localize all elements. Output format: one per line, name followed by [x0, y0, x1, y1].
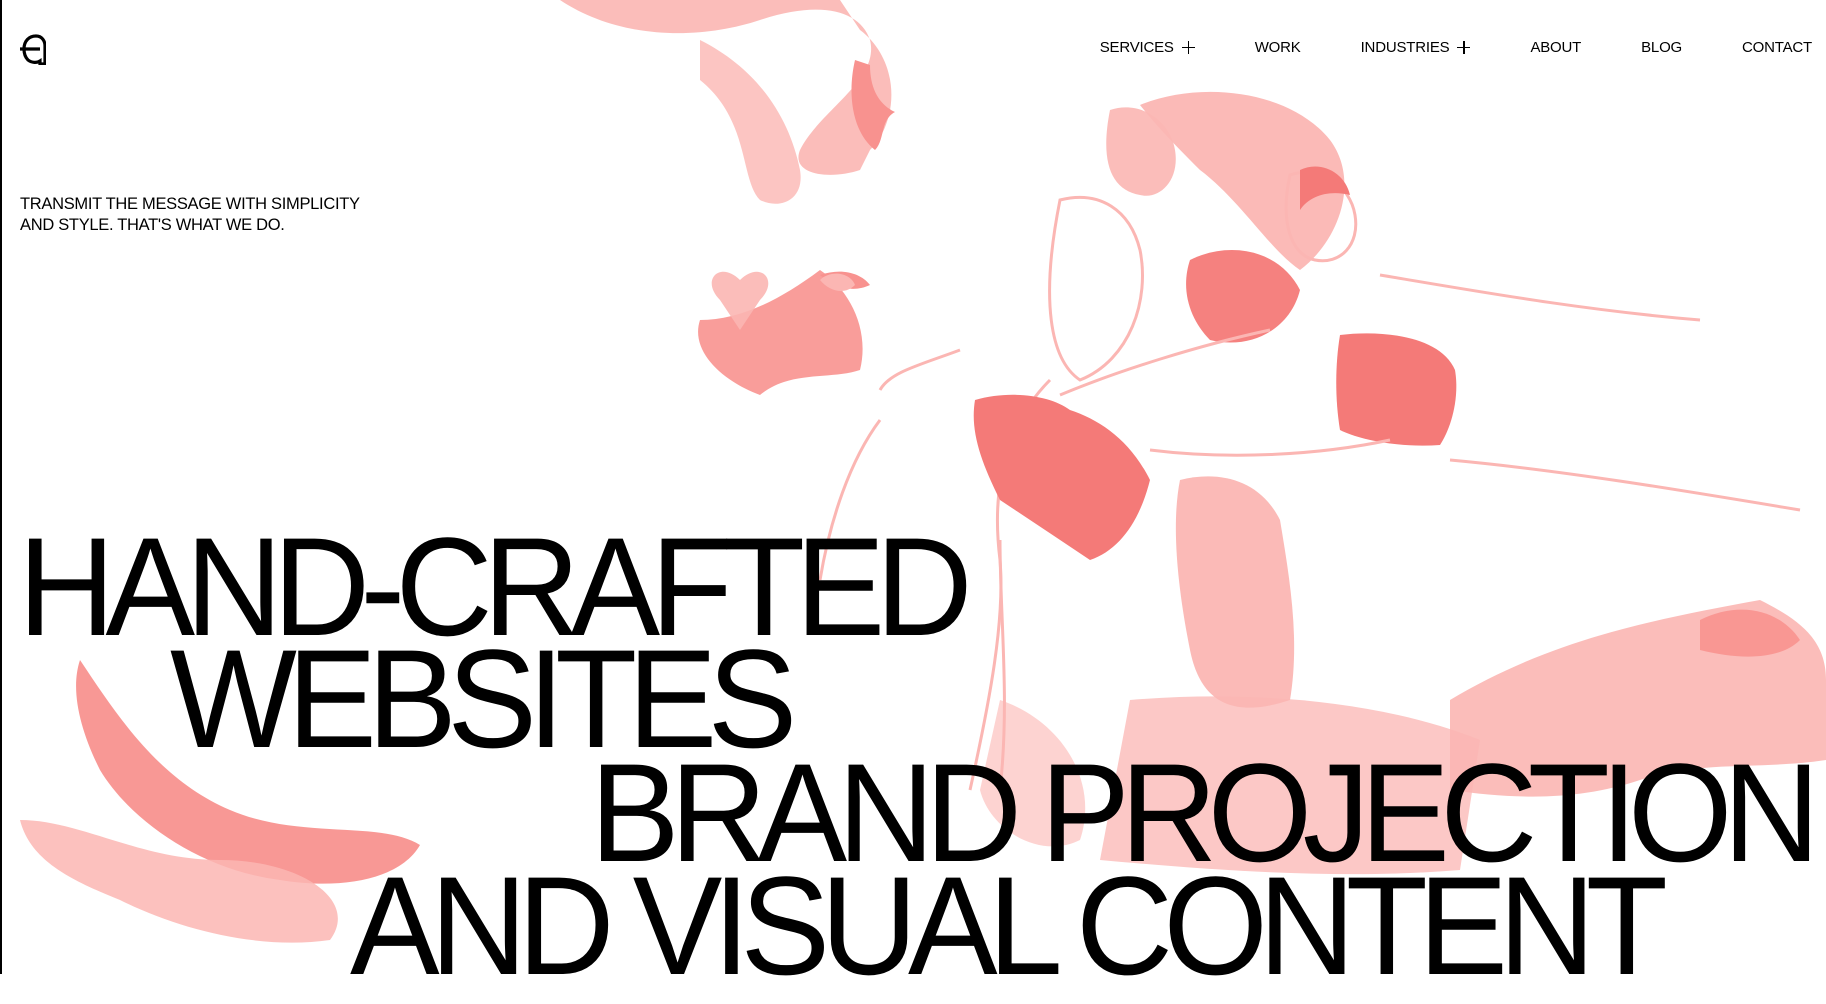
nav-item-label: WORK — [1254, 39, 1301, 56]
plus-icon — [1181, 41, 1195, 54]
main-navigation: SERVICES WORK INDUSTRIES ABOUT BLOG CONT… — [1100, 39, 1812, 56]
hero-illustration — [20, 0, 1826, 943]
nav-item-blog[interactable]: BLOG — [1641, 39, 1682, 56]
nav-item-label: ABOUT — [1530, 39, 1582, 56]
nav-item-contact[interactable]: CONTACT — [1742, 39, 1812, 56]
nav-item-about[interactable]: ABOUT — [1530, 39, 1581, 56]
nav-item-work[interactable]: WORK — [1255, 39, 1301, 56]
nav-item-services[interactable]: SERVICES — [1100, 39, 1195, 56]
tagline-line-1: TRANSMIT THE MESSAGE WITH SIMPLICITY — [20, 195, 360, 213]
nav-item-label: SERVICES — [1099, 39, 1174, 56]
nav-item-label: INDUSTRIES — [1360, 39, 1450, 56]
agency-logo-icon[interactable] — [18, 33, 46, 65]
hero-tagline: TRANSMIT THE MESSAGE WITH SIMPLICITY AND… — [20, 194, 380, 236]
nav-item-industries[interactable]: INDUSTRIES — [1361, 39, 1471, 56]
plus-icon — [1457, 41, 1471, 54]
nav-item-label: CONTACT — [1742, 39, 1812, 56]
tagline-line-2: AND STYLE. THAT'S WHAT WE DO. — [20, 216, 285, 234]
nav-item-label: BLOG — [1641, 39, 1683, 56]
